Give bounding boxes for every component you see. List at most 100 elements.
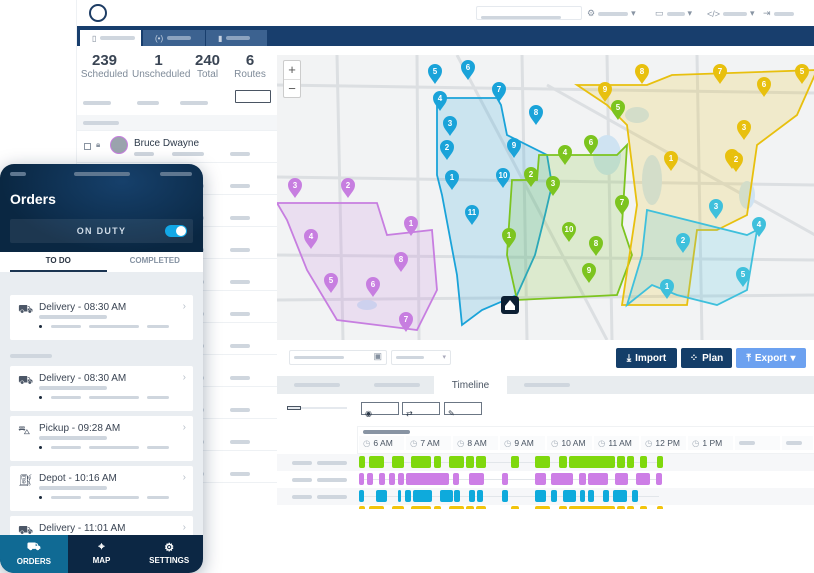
- stop-marker[interactable]: 5: [428, 64, 442, 84]
- timeline-stop[interactable]: [640, 506, 647, 509]
- tab-view-2[interactable]: [357, 376, 437, 394]
- timeline-stop[interactable]: [469, 473, 484, 485]
- timeline-stop[interactable]: [502, 490, 508, 502]
- date-picker[interactable]: ▣: [289, 350, 387, 365]
- timeline-stop[interactable]: [588, 490, 594, 502]
- search-input[interactable]: [476, 6, 582, 20]
- timeline-stop[interactable]: [551, 490, 557, 502]
- timeline-stop[interactable]: [535, 506, 550, 509]
- timeline-stop[interactable]: [613, 490, 627, 502]
- timeline-stop[interactable]: [454, 490, 460, 502]
- map-canvas[interactable]: 5674382911011564237101898759634213214856…: [277, 55, 814, 340]
- timeline-stop[interactable]: [580, 490, 585, 502]
- zoom-in-button[interactable]: +: [284, 61, 300, 80]
- timeline-stop[interactable]: [657, 456, 663, 468]
- timeline-stop[interactable]: [379, 473, 385, 485]
- timeline-stop[interactable]: [434, 456, 441, 468]
- timeline-stop[interactable]: [617, 506, 625, 509]
- zoom-out-button[interactable]: −: [284, 80, 300, 98]
- timeline-stop[interactable]: [579, 473, 586, 485]
- checkbox[interactable]: [84, 143, 91, 150]
- nav-orders[interactable]: ⛟ ORDERS: [0, 535, 68, 573]
- timeline-stop[interactable]: [369, 456, 384, 468]
- timeline-stop[interactable]: [466, 456, 474, 468]
- timeline-stop[interactable]: [434, 506, 441, 509]
- timeline-stop[interactable]: [511, 456, 519, 468]
- timeline-stop[interactable]: [359, 506, 365, 509]
- stop-marker[interactable]: 2: [341, 178, 355, 198]
- timeline-stop[interactable]: [449, 456, 464, 468]
- stop-marker[interactable]: 3: [288, 178, 302, 198]
- list-header[interactable]: [77, 115, 277, 131]
- timeline-stop[interactable]: [603, 490, 609, 502]
- zoom-slider[interactable]: [287, 406, 347, 410]
- timeline-stop[interactable]: [535, 456, 550, 468]
- timeline-stop[interactable]: [466, 506, 474, 509]
- tab-timeline[interactable]: Timeline: [434, 376, 507, 394]
- stop-marker[interactable]: 6: [461, 60, 475, 80]
- timeline-stop[interactable]: [411, 506, 431, 509]
- timeline-stop[interactable]: [359, 473, 364, 485]
- timeline-stop[interactable]: [469, 490, 475, 502]
- timeline-stop[interactable]: [406, 473, 449, 485]
- timeline-stop[interactable]: [376, 490, 387, 502]
- import-button[interactable]: ⤓ Import: [616, 348, 677, 368]
- timeline-stop[interactable]: [392, 456, 404, 468]
- timeline-stop[interactable]: [588, 473, 608, 485]
- swap-button[interactable]: ⇄: [402, 402, 440, 418]
- messages-menu[interactable]: ▭ ▾: [655, 8, 692, 19]
- timeline-stop[interactable]: [657, 506, 663, 509]
- timeline-stop[interactable]: [617, 456, 625, 468]
- order-card[interactable]: ⛟ Delivery - 08:30 AM ›: [10, 366, 193, 411]
- timeline-stop[interactable]: [563, 490, 576, 502]
- timeline-stop[interactable]: [551, 473, 573, 485]
- timeline-stop[interactable]: [511, 506, 519, 509]
- filter-button[interactable]: ◉: [361, 402, 399, 418]
- tab-todo[interactable]: TO DO: [10, 252, 107, 272]
- route-map[interactable]: 5674382911011564237101898759634213214856…: [277, 55, 814, 340]
- plan-button[interactable]: ⁘ Plan: [681, 348, 732, 368]
- stop-marker[interactable]: 8: [635, 64, 649, 84]
- timeline-stop[interactable]: [535, 490, 546, 502]
- stop-marker[interactable]: 8: [529, 105, 543, 125]
- timeline-stop[interactable]: [476, 456, 486, 468]
- timeline-stop[interactable]: [413, 490, 432, 502]
- timeline-stop[interactable]: [359, 456, 365, 468]
- timeline-stop[interactable]: [367, 473, 373, 485]
- timeline-stop[interactable]: [627, 506, 634, 509]
- timeline-stop[interactable]: [656, 473, 662, 485]
- timeline-stop[interactable]: [535, 473, 546, 485]
- nav-map[interactable]: ⌖ MAP: [68, 535, 136, 573]
- timeline-stop[interactable]: [411, 456, 431, 468]
- timeline-stop[interactable]: [392, 506, 404, 509]
- timeline-stop[interactable]: [640, 456, 647, 468]
- logout-button[interactable]: ⇥: [763, 8, 794, 19]
- timeline-stop[interactable]: [569, 506, 615, 509]
- timeline-stop[interactable]: [502, 473, 508, 485]
- tab-routes[interactable]: ▯: [80, 30, 141, 46]
- timeline-stop[interactable]: [398, 490, 401, 502]
- timeline-stop[interactable]: [636, 473, 650, 485]
- timeline-stop[interactable]: [559, 456, 567, 468]
- order-card[interactable]: ⛍ Pickup - 09:28 AM ›: [10, 416, 193, 461]
- driver-row[interactable]: 🔒︎ Bruce Dwayne: [77, 131, 277, 163]
- edit-button[interactable]: ✎: [444, 402, 482, 418]
- tab-reports[interactable]: ▮: [206, 30, 267, 46]
- code-menu[interactable]: </> ▾: [707, 8, 755, 19]
- settings-menu[interactable]: ⚙ ▾: [587, 8, 636, 19]
- timeline-stop[interactable]: [453, 473, 459, 485]
- tab-view-1[interactable]: [277, 376, 357, 394]
- depot-marker[interactable]: [501, 296, 519, 314]
- timeline-stop[interactable]: [559, 506, 567, 509]
- timeline-stop[interactable]: [369, 506, 384, 509]
- nav-settings[interactable]: ⚙ SETTINGS: [135, 535, 203, 573]
- export-button[interactable]: ⤒ Export ▾: [736, 348, 806, 368]
- timeline-stop[interactable]: [632, 490, 638, 502]
- timeline-stop[interactable]: [477, 490, 483, 502]
- timeline-stop[interactable]: [359, 490, 364, 502]
- timeline-stop[interactable]: [405, 490, 411, 502]
- timeline-stop[interactable]: [615, 473, 628, 485]
- duty-toggle[interactable]: [165, 225, 187, 237]
- view-select[interactable]: ▾: [391, 350, 451, 365]
- timeline-stop[interactable]: [398, 473, 404, 485]
